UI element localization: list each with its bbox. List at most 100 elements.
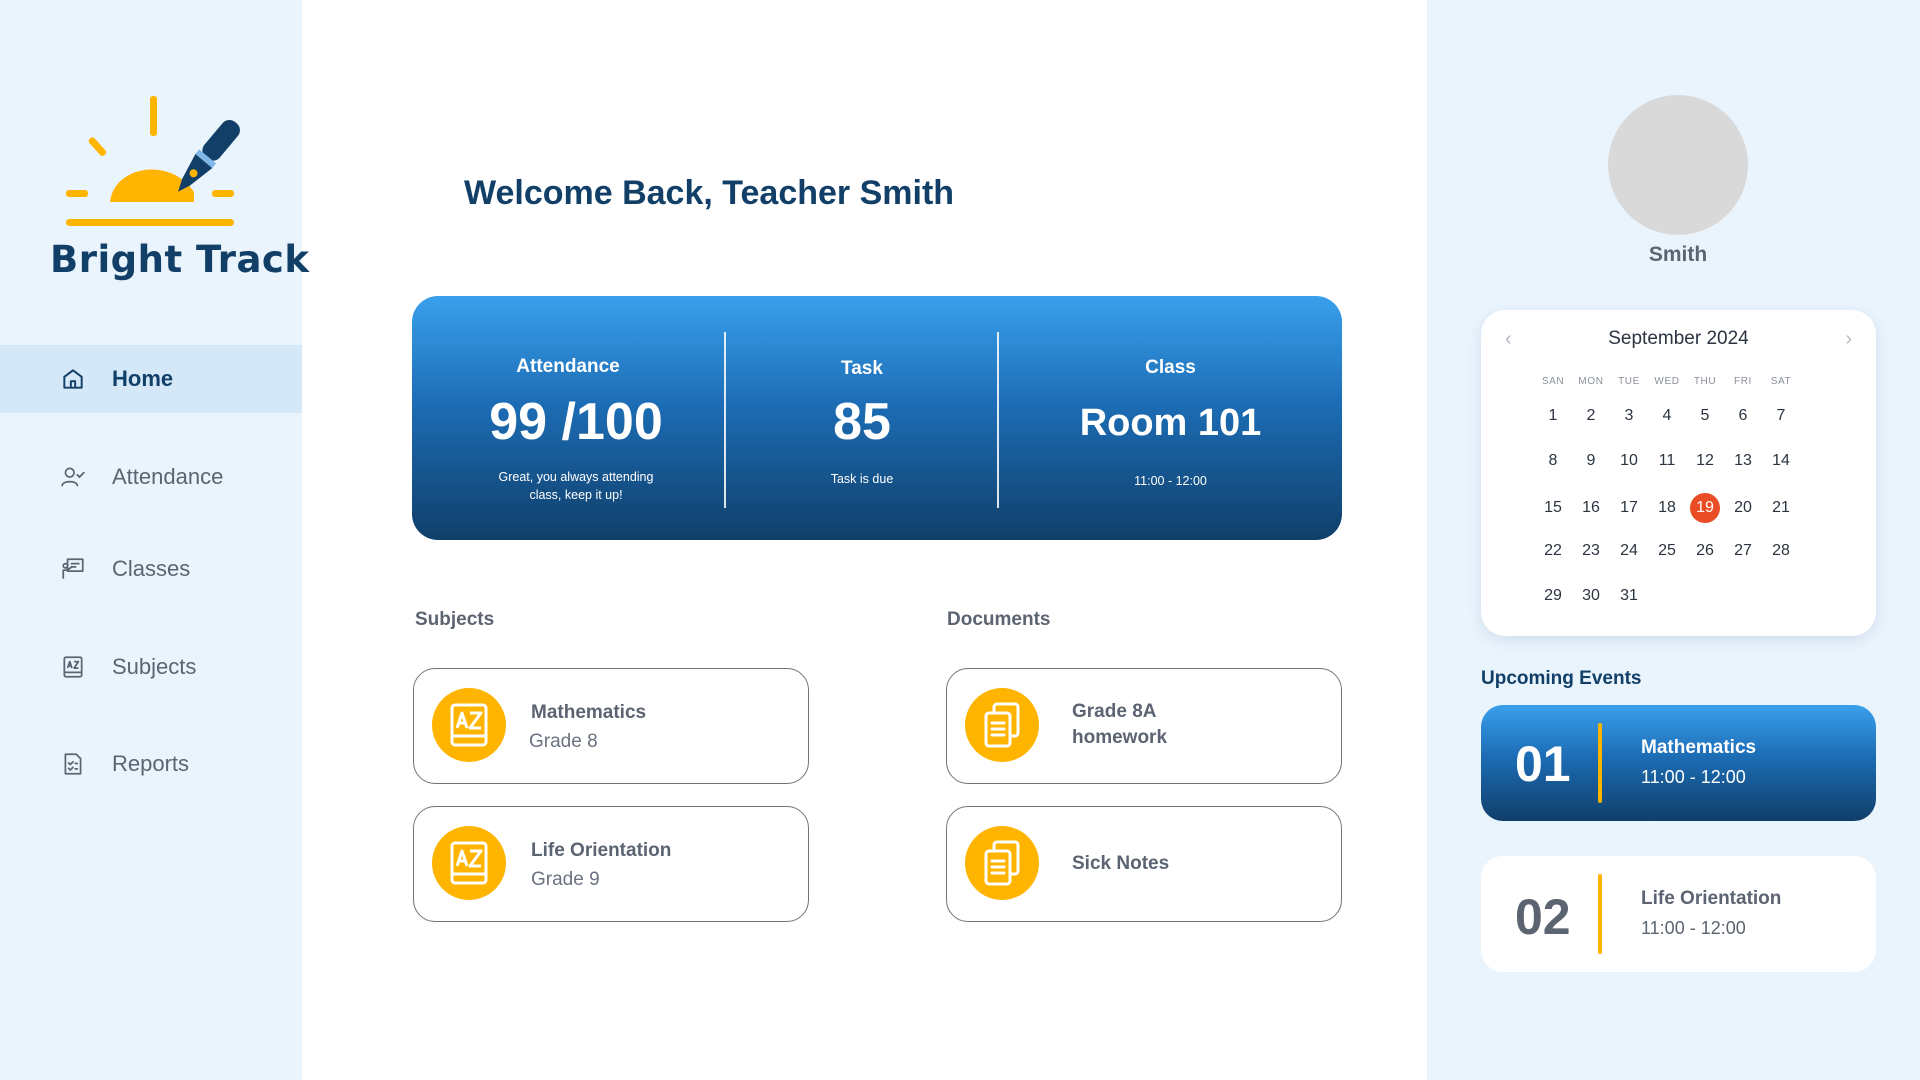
event-card[interactable]: 01 Mathematics 11:00 - 12:00 xyxy=(1481,705,1876,821)
calendar-weekday: SAN xyxy=(1541,376,1565,387)
event-card[interactable]: 02 Life Orientation 11:00 - 12:00 xyxy=(1481,856,1876,972)
calendar-day[interactable]: 29 xyxy=(1538,581,1568,611)
calendar-day[interactable]: 16 xyxy=(1576,493,1606,523)
calendar-weekday: MON xyxy=(1578,376,1604,387)
calendar-next-button[interactable]: › xyxy=(1845,328,1852,351)
subject-grade: Grade 8 xyxy=(529,731,598,752)
calendar-day[interactable]: 13 xyxy=(1728,446,1758,476)
event-number: 02 xyxy=(1515,889,1571,945)
subject-grade: Grade 9 xyxy=(531,869,600,890)
nav-item-reports[interactable]: Reports xyxy=(0,730,302,798)
stat-class: Class Room 101 11:00 - 12:00 xyxy=(999,296,1342,540)
stat-class-title: Class xyxy=(1145,357,1196,378)
stat-task: Task 85 Task is due xyxy=(726,296,998,540)
event-time: 11:00 - 12:00 xyxy=(1641,767,1746,787)
calendar-weekday: WED xyxy=(1654,376,1680,387)
calendar-weekday: THU xyxy=(1693,376,1717,387)
document-name: Grade 8A homework xyxy=(1072,701,1168,748)
nav-item-classes[interactable]: Classes xyxy=(0,535,302,603)
subject-card[interactable]: Life Orientation Grade 9 xyxy=(413,806,809,922)
calendar-day[interactable]: 9 xyxy=(1576,446,1606,476)
stats-banner: Attendance 99 /100 Great, you always att… xyxy=(412,296,1342,540)
calendar-day-today[interactable]: 19 xyxy=(1690,493,1720,523)
upcoming-events-heading: Upcoming Events xyxy=(1481,668,1642,689)
book-az-icon xyxy=(432,688,506,762)
nav-label-classes: Classes xyxy=(112,556,191,581)
subject-name: Mathematics xyxy=(531,702,647,723)
documents-icon xyxy=(965,826,1039,900)
stat-attendance-value: 99 /100 xyxy=(489,393,663,451)
calendar-day[interactable]: 20 xyxy=(1728,493,1758,523)
stat-task-note: Task is due xyxy=(830,472,894,486)
avatar[interactable] xyxy=(1608,95,1748,235)
calendar-day[interactable]: 22 xyxy=(1538,536,1568,566)
nav-label-subjects: Subjects xyxy=(112,654,197,679)
subject-card[interactable]: Mathematics Grade 8 xyxy=(413,668,809,784)
calendar-day[interactable]: 11 xyxy=(1652,446,1682,476)
book-az-icon xyxy=(432,826,506,900)
calendar-day[interactable]: 10 xyxy=(1614,446,1644,476)
calendar-day[interactable]: 8 xyxy=(1538,446,1568,476)
stat-attendance: Attendance 99 /100 Great, you always att… xyxy=(412,296,724,540)
classroom-icon xyxy=(62,558,84,579)
stat-task-title: Task xyxy=(841,358,883,379)
calendar-day[interactable]: 14 xyxy=(1766,446,1796,476)
brand-name: Bright Track xyxy=(50,238,310,281)
subject-name: Life Orientation xyxy=(531,840,672,861)
calendar-day[interactable]: 4 xyxy=(1652,401,1682,431)
calendar-day[interactable]: 12 xyxy=(1690,446,1720,476)
user-check-icon xyxy=(61,467,85,487)
nav-label-home: Home xyxy=(112,366,174,391)
calendar-day[interactable]: 17 xyxy=(1614,493,1644,523)
calendar: ‹ September 2024 › SAN MON TUE WED THU FRI SAT… xyxy=(1481,310,1876,636)
calendar-weekday: FRI xyxy=(1734,376,1752,387)
sidebar: Bright Track Home Attendance Classes Sub… xyxy=(0,0,309,1080)
sun-pen-logo-icon xyxy=(66,96,240,226)
event-number: 01 xyxy=(1515,736,1571,792)
right-panel: Smith ‹ September 2024 › SAN MON TUE WED THU… xyxy=(1427,0,1920,1080)
calendar-day[interactable]: 23 xyxy=(1576,536,1606,566)
report-icon xyxy=(64,753,82,775)
home-icon xyxy=(63,369,83,389)
stat-attendance-note: Great, you always attending class, keep … xyxy=(498,470,654,502)
nav-label-reports: Reports xyxy=(112,751,190,776)
document-card[interactable]: Sick Notes xyxy=(946,806,1342,922)
calendar-day[interactable]: 30 xyxy=(1576,581,1606,611)
nav-item-home[interactable]: Home xyxy=(0,345,302,413)
brand-logo[interactable]: Bright Track xyxy=(48,92,309,292)
calendar-day[interactable]: 26 xyxy=(1690,536,1720,566)
calendar-day[interactable]: 15 xyxy=(1538,493,1568,523)
calendar-day[interactable]: 28 xyxy=(1766,536,1796,566)
calendar-day[interactable]: 21 xyxy=(1766,493,1796,523)
calendar-day[interactable]: 6 xyxy=(1728,401,1758,431)
page-title: Welcome Back, Teacher Smith xyxy=(464,174,955,212)
calendar-day[interactable]: 25 xyxy=(1652,536,1682,566)
event-time: 11:00 - 12:00 xyxy=(1641,918,1746,938)
book-az-icon xyxy=(63,656,83,678)
stat-class-value: Room 101 xyxy=(1079,402,1262,444)
document-name: Sick Notes xyxy=(1072,853,1170,874)
event-title: Mathematics xyxy=(1641,737,1757,758)
calendar-day[interactable]: 5 xyxy=(1690,401,1720,431)
event-divider xyxy=(1598,874,1602,954)
calendar-day[interactable]: 31 xyxy=(1614,581,1644,611)
document-card[interactable]: Grade 8A homework xyxy=(946,668,1342,784)
subjects-heading: Subjects xyxy=(415,609,495,630)
stat-task-value: 85 xyxy=(833,393,891,451)
calendar-day[interactable]: 3 xyxy=(1614,401,1644,431)
calendar-weekday: TUE xyxy=(1618,376,1640,387)
nav-item-subjects[interactable]: Subjects xyxy=(0,633,302,701)
calendar-day[interactable]: 27 xyxy=(1728,536,1758,566)
nav-item-attendance[interactable]: Attendance xyxy=(0,443,302,511)
documents-icon xyxy=(965,688,1039,762)
calendar-day[interactable]: 24 xyxy=(1614,536,1644,566)
calendar-weekday: SAT xyxy=(1770,376,1792,387)
calendar-day[interactable]: 1 xyxy=(1538,401,1568,431)
calendar-day[interactable]: 18 xyxy=(1652,493,1682,523)
stat-attendance-title: Attendance xyxy=(516,356,620,377)
calendar-month: September 2024 xyxy=(1608,328,1749,349)
calendar-day[interactable]: 7 xyxy=(1766,401,1796,431)
calendar-day[interactable]: 2 xyxy=(1576,401,1606,431)
nav-label-attendance: Attendance xyxy=(112,464,224,489)
documents-heading: Documents xyxy=(947,609,1051,630)
